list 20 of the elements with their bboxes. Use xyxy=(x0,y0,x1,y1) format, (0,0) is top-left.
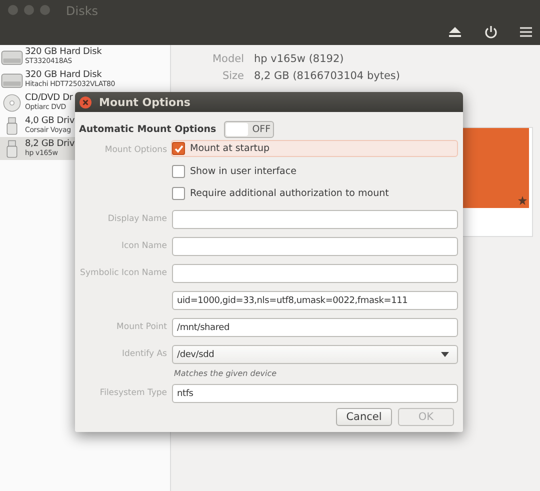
detail-label: Model xyxy=(211,52,244,64)
field-label: Icon Name xyxy=(120,241,167,252)
detail-label: Size xyxy=(221,70,244,82)
window-title: Disks xyxy=(66,4,98,18)
drive-name: 4,0 GB Driv xyxy=(25,117,74,126)
field-label: Mount Point xyxy=(116,322,167,333)
field-label: Display Name xyxy=(106,214,167,225)
dialog-title: Mount Options xyxy=(99,96,190,108)
drive-name: 320 GB Hard Disk xyxy=(25,71,103,80)
field-label: Symbolic Icon Name xyxy=(79,268,167,279)
drive-name: 8,2 GB Driv xyxy=(25,140,74,150)
hint-text: Matches the given device xyxy=(174,369,278,378)
mount-options-label: Mount Options xyxy=(104,144,167,156)
field-label: Filesystem Type xyxy=(98,388,167,399)
drive-name: 320 GB Hard Disk xyxy=(25,48,102,58)
drive-name: CD/DVD Dr xyxy=(25,94,73,104)
detail-value: hp v165w (8192) xyxy=(254,52,344,64)
field-label: Identify As xyxy=(120,349,167,360)
automatic-mount-label: Automatic Mount Options xyxy=(79,124,216,134)
detail-value: 8,2 GB (8166703104 bytes) xyxy=(254,70,400,82)
